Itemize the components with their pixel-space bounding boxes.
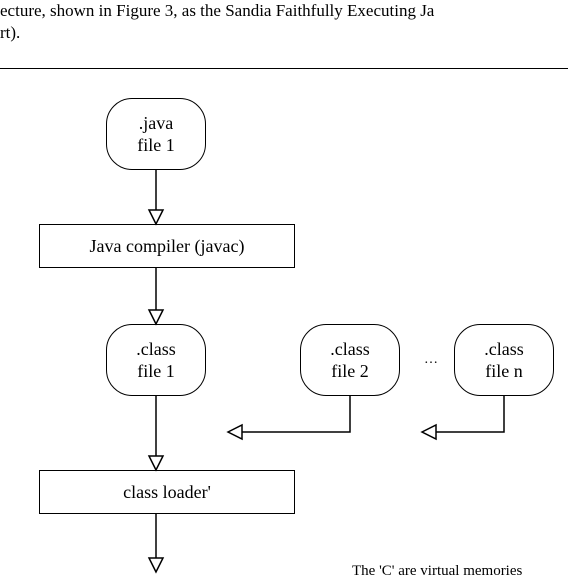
node-class-loader: class loader': [39, 470, 295, 514]
node-java-file-line1: .java: [139, 112, 173, 135]
node-class-file-2-line2: file 2: [331, 360, 369, 383]
node-class-file-2: .class file 2: [300, 324, 400, 396]
page: ecture, shown in Figure 3, as the Sandia…: [0, 0, 568, 577]
node-class-file-n-line1: .class: [484, 338, 524, 361]
node-java-file-line2: file 1: [137, 134, 175, 157]
node-class-file-n-line2: file n: [485, 360, 523, 383]
node-class-file-1: .class file 1: [106, 324, 206, 396]
node-compiler: Java compiler (javac): [39, 224, 295, 268]
node-java-file: .java file 1: [106, 98, 206, 170]
node-class-file-n: .class file n: [454, 324, 554, 396]
divider-line: [0, 68, 568, 69]
node-class-loader-label: class loader': [123, 482, 211, 503]
text-fragment-top-1: ecture, shown in Figure 3, as the Sandia…: [0, 0, 434, 22]
node-class-file-1-line1: .class: [136, 338, 176, 361]
node-compiler-label: Java compiler (javac): [90, 236, 245, 257]
text-fragment-top-2: rt).: [0, 22, 20, 44]
ellipsis: …: [424, 352, 438, 368]
text-fragment-bottom: The 'C' are virtual memories: [352, 562, 522, 577]
node-class-file-1-line2: file 1: [137, 360, 175, 383]
node-class-file-2-line1: .class: [330, 338, 370, 361]
